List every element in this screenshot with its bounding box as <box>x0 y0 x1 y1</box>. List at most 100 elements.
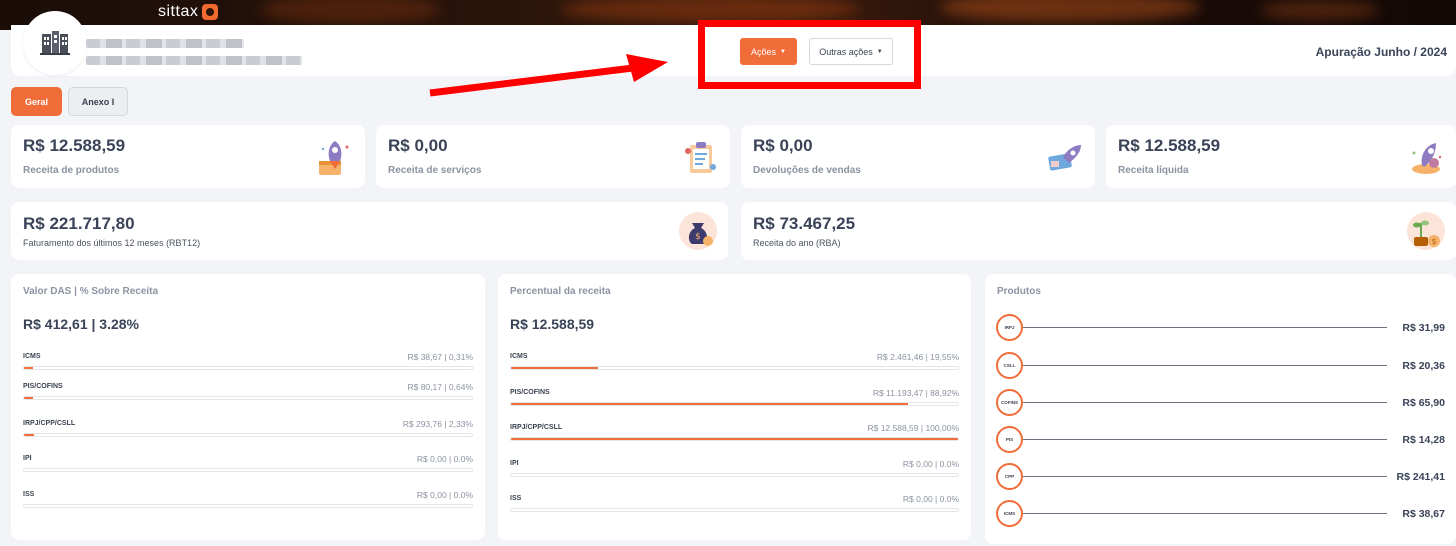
product-connector <box>1023 439 1387 440</box>
tax-value: R$ 0,00 | 0.0% <box>416 490 473 500</box>
svg-text:$: $ <box>695 232 701 242</box>
kpi-label: Devoluções de vendas <box>753 165 861 176</box>
tax-name: ICMS <box>23 353 41 360</box>
revenue-row-irpj-cpp-csll: IRPJ/CPP/CSLL R$ 12.588,59 | 100,00% <box>510 423 959 448</box>
product-row-irpj: IRPJ R$ 31,99 <box>996 314 1445 342</box>
kpi-card-rbt12: R$ 221.717,80 Faturamento dos últimos 12… <box>11 202 728 260</box>
kpi-value: R$ 73.467,25 <box>753 214 856 233</box>
revenue-row-ipi: IPI R$ 0,00 | 0.0% <box>510 459 959 484</box>
product-row-cpp: CPP R$ 241,41 <box>996 463 1445 491</box>
progress-bar <box>23 468 473 472</box>
clipboard-icon <box>685 142 716 173</box>
panel-valor-das: Valor DAS | % Sobre Receita R$ 412,61 | … <box>11 274 485 540</box>
product-badge: CSLL <box>996 352 1023 379</box>
product-badge: ICMS <box>996 500 1023 527</box>
product-badge: IRPJ <box>996 314 1023 341</box>
tax-name: ISS <box>510 495 522 502</box>
company-name-redacted <box>86 39 244 48</box>
tax-name: IRPJ/CPP/CSLL <box>23 420 76 427</box>
revenue-row-pis-cofins: PIS/COFINS R$ 11.193,47 | 88,92% <box>510 388 959 413</box>
progress-bar <box>23 433 473 437</box>
tax-name: ISS <box>23 491 35 498</box>
company-info-redacted <box>86 56 302 65</box>
svg-text:$: $ <box>1431 237 1436 246</box>
kpi-label: Receita do ano (RBA) <box>753 238 841 248</box>
money-bag-icon: $ <box>679 212 717 250</box>
tax-row-iss: ISS R$ 0,00 | 0.0% <box>23 490 473 515</box>
tax-row-irpj-cpp-csll: IRPJ/CPP/CSLL R$ 293,76 | 2,33% <box>23 419 473 444</box>
tax-name: ICMS <box>510 353 528 360</box>
tab-anexo-i[interactable]: Anexo I <box>68 87 128 116</box>
product-connector <box>1023 365 1387 366</box>
product-connector <box>1023 327 1387 328</box>
progress-fill <box>24 397 33 399</box>
tax-name: PIS/COFINS <box>23 383 63 390</box>
kpi-card-receita-liquida: R$ 12.588,59 Receita líquida <box>1106 125 1456 188</box>
product-connector <box>1023 513 1387 514</box>
progress-bar <box>510 473 959 477</box>
tax-value: R$ 12.588,59 | 100,00% <box>867 423 959 433</box>
progress-fill <box>24 367 33 369</box>
progress-bar <box>510 366 959 370</box>
product-row-pis: PIS R$ 14,28 <box>996 426 1445 454</box>
product-badge: CPP <box>996 463 1023 490</box>
tax-name: IRPJ/CPP/CSLL <box>510 424 563 431</box>
tax-value: R$ 2.461,46 | 19,55% <box>876 352 959 362</box>
product-row-csll: CSLL R$ 20,36 <box>996 352 1445 380</box>
kpi-label: Receita de serviços <box>388 165 482 176</box>
tax-name: IPI <box>510 460 519 467</box>
kpi-card-devolucoes: R$ 0,00 Devoluções de vendas <box>741 125 1095 188</box>
company-avatar <box>23 11 87 75</box>
progress-fill <box>511 438 958 440</box>
return-rocket-icon <box>1048 145 1081 171</box>
revenue-row-icms: ICMS R$ 2.461,46 | 19,55% <box>510 352 959 377</box>
kpi-label: Faturamento dos últimos 12 meses (RBT12) <box>23 238 201 248</box>
brand-logo[interactable]: sittax <box>158 3 219 21</box>
progress-bar <box>510 402 959 406</box>
product-connector <box>1023 476 1387 477</box>
tax-value: R$ 80,17 | 0,64% <box>407 382 473 392</box>
product-badge: COFINS <box>996 389 1023 416</box>
panel-title: Valor DAS | % Sobre Receita <box>23 286 159 297</box>
kpi-card-receita-servicos: R$ 0,00 Receita de serviços <box>376 125 730 188</box>
product-value: R$ 31,99 <box>1402 322 1445 334</box>
building-icon <box>40 31 70 55</box>
progress-bar <box>23 366 473 370</box>
product-badge: PIS <box>996 426 1023 453</box>
panel-percentual-receita: Percentual da receita R$ 12.588,59 ICMS … <box>498 274 971 540</box>
progress-bar <box>510 508 959 512</box>
tax-row-ipi: IPI R$ 0,00 | 0.0% <box>23 454 473 479</box>
product-value: R$ 65,90 <box>1402 397 1445 409</box>
tax-row-icms: ICMS R$ 38,67 | 0,31% <box>23 352 473 377</box>
product-row-icms: ICMS R$ 38,67 <box>996 500 1445 528</box>
product-value: R$ 241,41 <box>1396 471 1445 483</box>
progress-bar <box>510 437 959 441</box>
panel-title: Produtos <box>997 286 1041 297</box>
progress-fill <box>511 403 909 405</box>
rocket-cash-icon <box>1412 143 1442 174</box>
brand-mark-icon <box>202 4 219 20</box>
plant-coins-icon: $ <box>1407 212 1445 250</box>
progress-fill <box>24 434 35 436</box>
kpi-card-receita-produtos: R$ 12.588,59 Receita de produtos <box>11 125 365 188</box>
tax-value: R$ 0,00 | 0.0% <box>902 494 959 504</box>
progress-bar <box>23 504 473 508</box>
tax-value: R$ 0,00 | 0.0% <box>902 459 959 469</box>
kpi-value: R$ 12.588,59 <box>1118 136 1221 155</box>
product-connector <box>1023 402 1387 403</box>
highlight-box <box>698 20 921 89</box>
product-value: R$ 20,36 <box>1402 360 1445 372</box>
tab-geral[interactable]: Geral <box>11 87 62 116</box>
kpi-label: Receita de produtos <box>23 165 120 176</box>
kpi-value: R$ 0,00 <box>753 136 813 155</box>
panel-total: R$ 12.588,59 <box>510 316 595 332</box>
kpi-label: Receita líquida <box>1118 165 1189 176</box>
period-title: Apuração Junho / 2024 <box>1315 45 1447 59</box>
tax-name: IPI <box>23 455 32 462</box>
product-value: R$ 14,28 <box>1402 434 1445 446</box>
tax-value: R$ 38,67 | 0,31% <box>407 352 473 362</box>
product-value: R$ 38,67 <box>1402 508 1445 520</box>
revenue-row-iss: ISS R$ 0,00 | 0.0% <box>510 494 959 519</box>
tax-row-pis-cofins: PIS/COFINS R$ 80,17 | 0,64% <box>23 382 473 407</box>
tax-value: R$ 11.193,47 | 88,92% <box>872 388 959 398</box>
